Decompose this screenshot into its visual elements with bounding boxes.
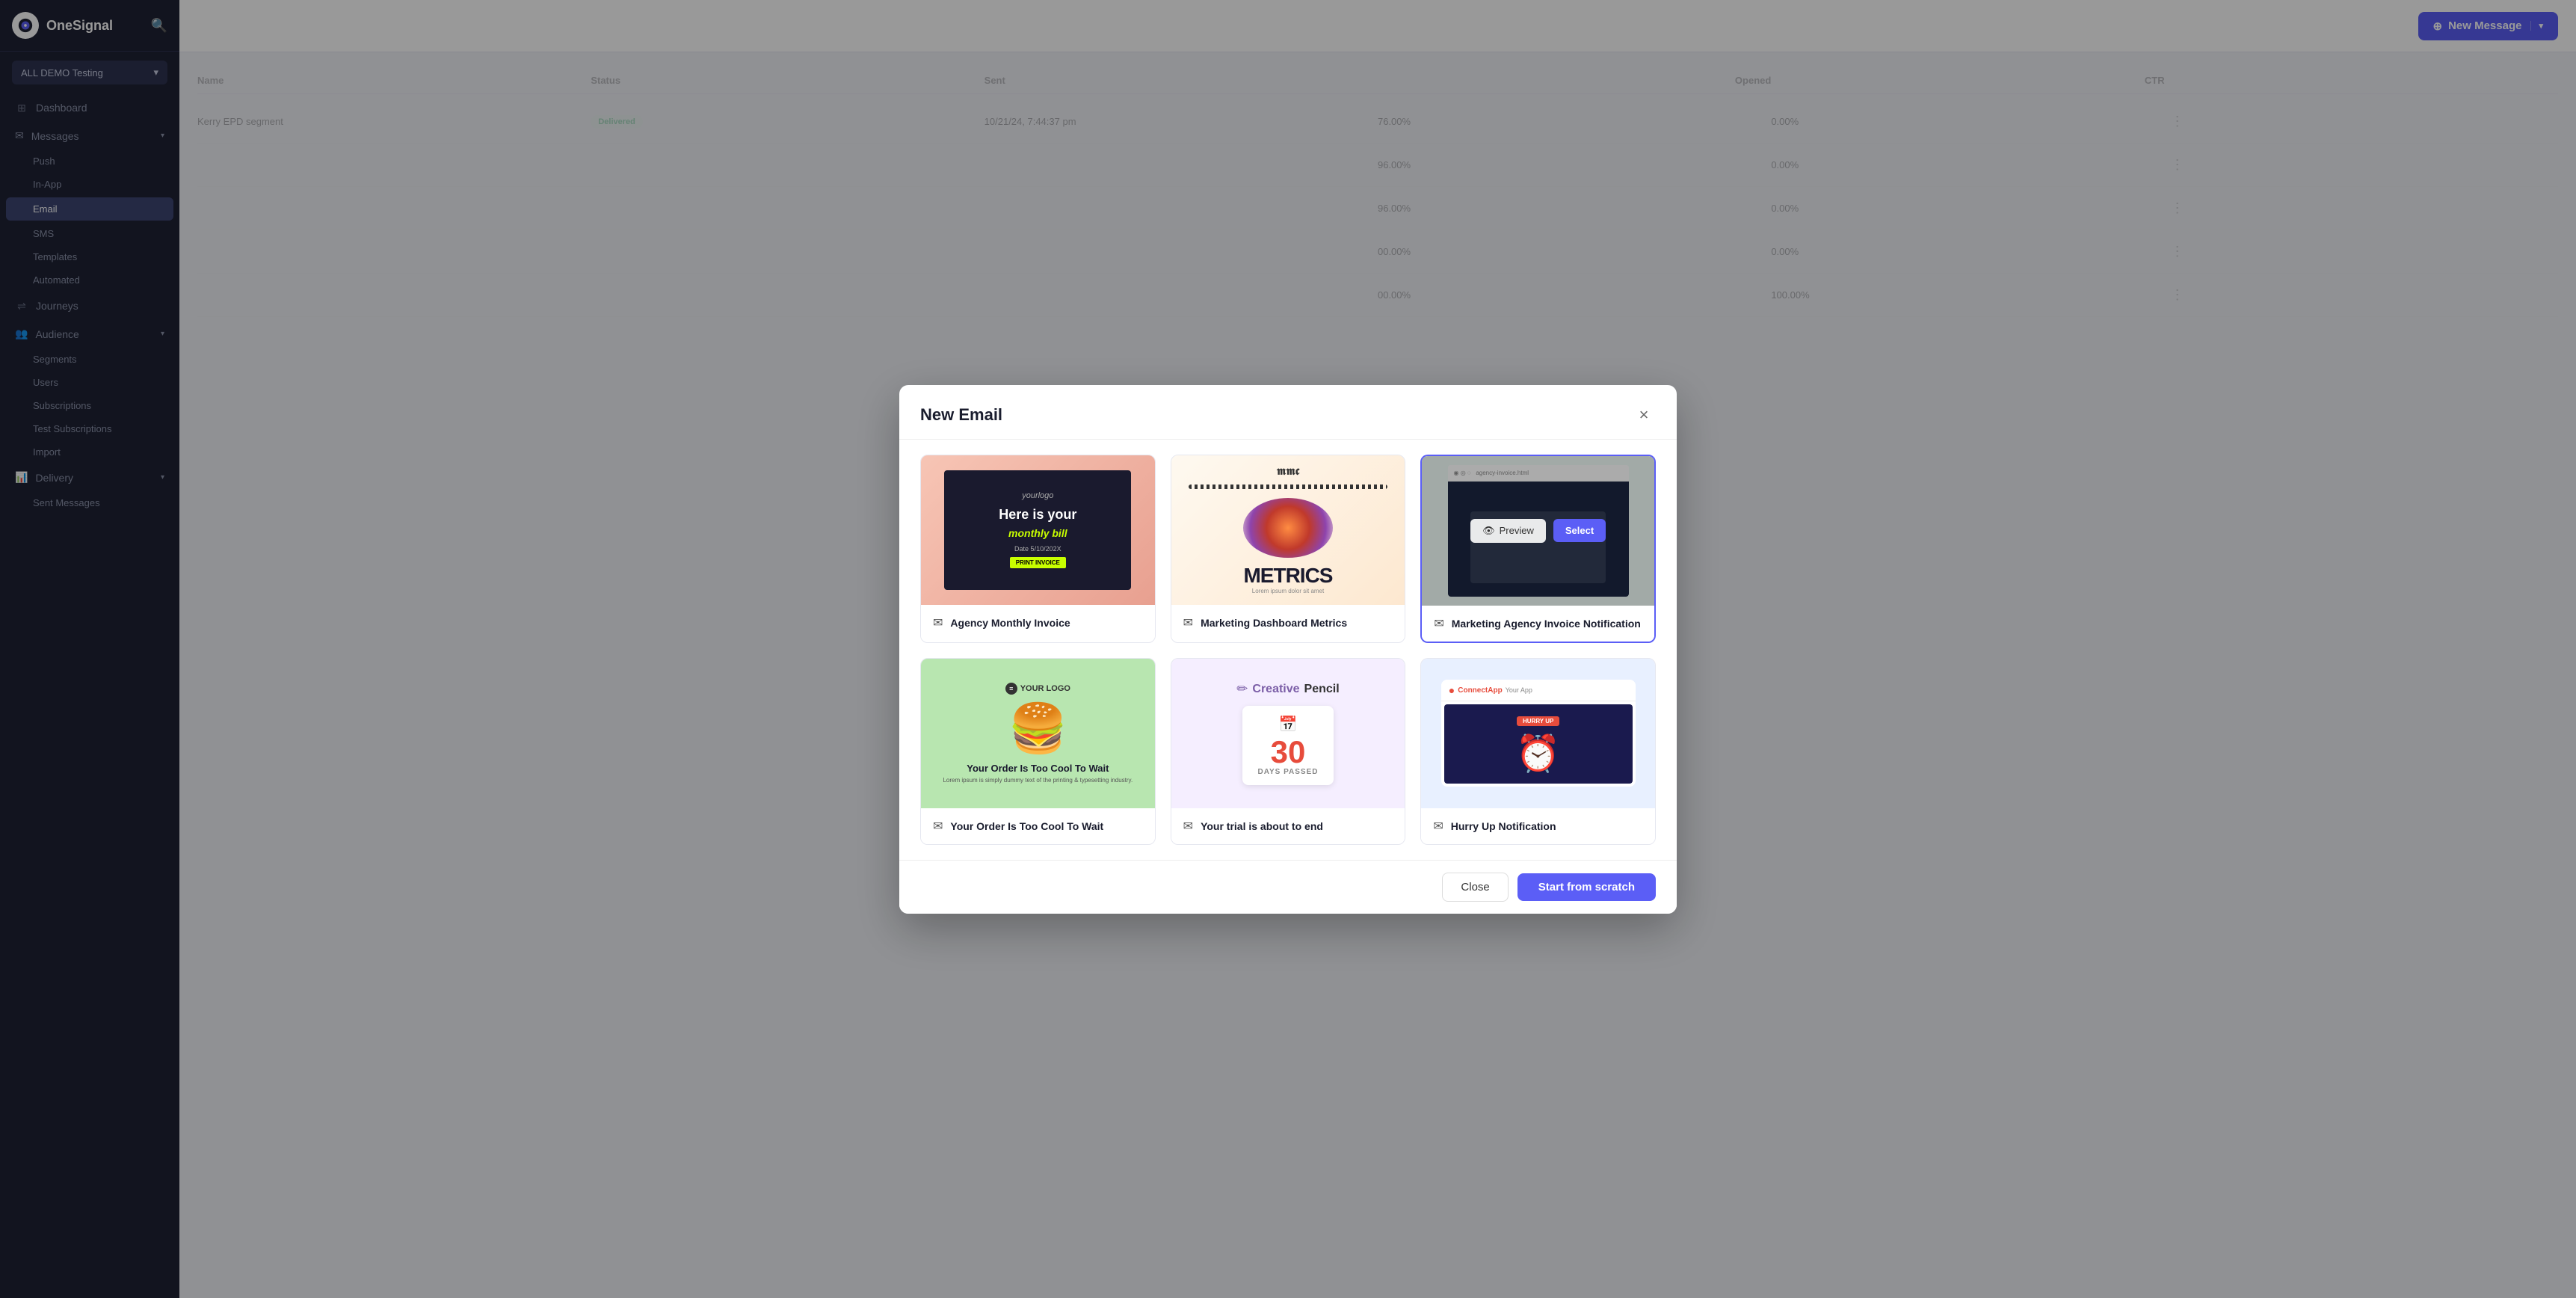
template-overlay: 👁 Preview Select: [1422, 456, 1654, 606]
modal-title: New Email: [920, 405, 1002, 425]
template-name: Agency Monthly Invoice: [950, 617, 1070, 629]
modal-close-button[interactable]: ×: [1632, 403, 1656, 427]
template-thumbnail: yourlogo Here is your monthly bill Date …: [921, 455, 1155, 605]
close-button[interactable]: Close: [1442, 873, 1508, 902]
template-info: ✉ Your Order Is Too Cool To Wait: [921, 808, 1155, 844]
template-info: ✉ Hurry Up Notification: [1421, 808, 1655, 844]
template-card-calendar[interactable]: ✏ CreativePencil 📅 30 DAYS PASSED ✉: [1171, 658, 1406, 845]
email-icon: ✉: [1433, 819, 1443, 834]
preview-button[interactable]: 👁 Preview: [1470, 519, 1546, 543]
new-email-modal: New Email × yourlogo Here is your monthl…: [899, 385, 1677, 914]
template-card-agency-invoice[interactable]: yourlogo Here is your monthly bill Date …: [920, 455, 1156, 643]
modal-body: yourlogo Here is your monthly bill Date …: [899, 440, 1677, 860]
modal-overlay: New Email × yourlogo Here is your monthl…: [0, 0, 2576, 1298]
template-name: Hurry Up Notification: [1451, 820, 1556, 832]
template-card-hurry[interactable]: ● ConnectApp Your App HURRY UP ⏰: [1420, 658, 1656, 845]
template-info: ✉ Your trial is about to end: [1171, 808, 1405, 844]
template-thumbnail: ● ConnectApp Your App HURRY UP ⏰: [1421, 659, 1655, 808]
eye-icon: 👁: [1482, 525, 1495, 537]
email-icon: ✉: [1434, 616, 1443, 631]
template-name: Marketing Agency Invoice Notification: [1452, 618, 1641, 630]
template-thumbnail: ◉ ◎ ◌ agency-invoice.html 👁 Preview Sele…: [1422, 456, 1654, 606]
modal-header: New Email ×: [899, 385, 1677, 440]
modal-footer: Close Start from scratch: [899, 860, 1677, 914]
email-icon: ✉: [1183, 819, 1193, 834]
template-grid: yourlogo Here is your monthly bill Date …: [920, 455, 1656, 845]
template-info: ✉ Marketing Dashboard Metrics: [1171, 605, 1405, 641]
template-card-metrics[interactable]: 𝖒𝖒𝖈 METRICS Lorem ipsum dolor sit amet ✉…: [1171, 455, 1406, 643]
template-card-agency-notification[interactable]: ◉ ◎ ◌ agency-invoice.html 👁 Preview Sele…: [1420, 455, 1656, 643]
start-from-scratch-button[interactable]: Start from scratch: [1517, 873, 1656, 901]
email-icon: ✉: [1183, 615, 1193, 630]
email-icon: ✉: [933, 819, 943, 834]
template-name: Your Order Is Too Cool To Wait: [950, 820, 1103, 832]
template-card-burger[interactable]: ≡ YOUR LOGO 🍔 Your Order Is Too Cool To …: [920, 658, 1156, 845]
template-name: Marketing Dashboard Metrics: [1201, 617, 1347, 629]
email-icon: ✉: [933, 615, 943, 630]
template-thumbnail: ✏ CreativePencil 📅 30 DAYS PASSED: [1171, 659, 1405, 808]
template-info: ✉ Marketing Agency Invoice Notification: [1422, 606, 1654, 642]
template-name: Your trial is about to end: [1201, 820, 1323, 832]
preview-label: Preview: [1500, 525, 1534, 536]
template-thumbnail: ≡ YOUR LOGO 🍔 Your Order Is Too Cool To …: [921, 659, 1155, 808]
template-info: ✉ Agency Monthly Invoice: [921, 605, 1155, 641]
select-button[interactable]: Select: [1553, 519, 1606, 542]
template-thumbnail: 𝖒𝖒𝖈 METRICS Lorem ipsum dolor sit amet: [1171, 455, 1405, 605]
